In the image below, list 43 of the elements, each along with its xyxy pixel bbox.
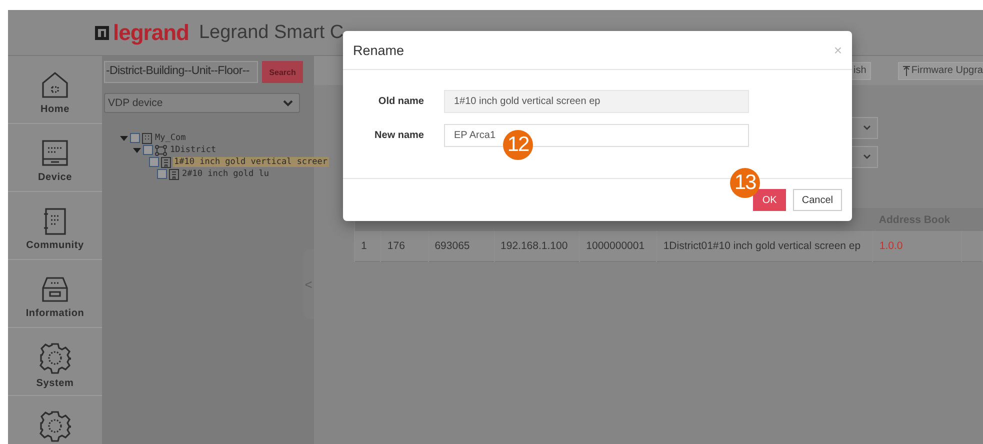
tree-item[interactable]: 1#10 inch gold vertical screer [173, 157, 329, 167]
table-cell: 1.0.0 [872, 231, 962, 262]
cancel-button[interactable]: Cancel [792, 189, 842, 211]
tree-item[interactable]: 2#10 inch gold lu [181, 169, 270, 179]
gear-icon [39, 342, 71, 374]
table-cell: 176 [380, 231, 428, 262]
checkbox[interactable] [143, 145, 153, 155]
ok-button[interactable]: OK [753, 189, 786, 211]
chevron-down-icon [283, 100, 293, 106]
search-button[interactable]: Search [262, 61, 303, 83]
chevron-down-icon [863, 125, 871, 131]
table-cell: 1District01#10 inch gold vertical screen ep [656, 231, 873, 262]
expand-arrow-icon[interactable] [120, 134, 128, 142]
step-badge: 12 [503, 130, 533, 160]
table-cell: 1 [354, 231, 381, 262]
device-type-dropdown[interactable]: VDP device [104, 93, 300, 113]
monitor-icon [40, 138, 70, 168]
tree-item[interactable]: My_Com [154, 133, 187, 143]
home-icon [40, 70, 70, 100]
checkbox[interactable] [149, 157, 159, 167]
checkbox[interactable] [157, 169, 167, 179]
app-title: Legrand Smart C [198, 20, 344, 44]
network-icon [155, 144, 167, 156]
drawer-icon [40, 274, 70, 304]
search-field[interactable]: -District-Building--Unit--Floor-- [104, 61, 258, 83]
building-icon [161, 156, 171, 168]
table-cell: 693065 [428, 231, 494, 262]
dialog-title: Rename [353, 42, 404, 58]
checkbox[interactable] [130, 133, 140, 143]
gear-icon [39, 410, 71, 442]
toolbar-button[interactable]: Firmware Upgra [898, 62, 983, 80]
chevron-down-icon [863, 154, 871, 160]
field-label: Old name [377, 96, 424, 107]
step-badge: 13 [730, 168, 760, 198]
field-label: New name [374, 130, 424, 141]
building-icon [169, 168, 179, 180]
logo: legrand [94, 20, 189, 46]
table-cell: 192.168.1.100 [494, 231, 580, 262]
upload-icon [903, 66, 910, 76]
table-cell: 1000000001 [580, 231, 657, 262]
tree-item[interactable]: 1District [169, 145, 218, 155]
expand-arrow-icon[interactable] [133, 146, 141, 154]
building-icon [142, 132, 152, 144]
